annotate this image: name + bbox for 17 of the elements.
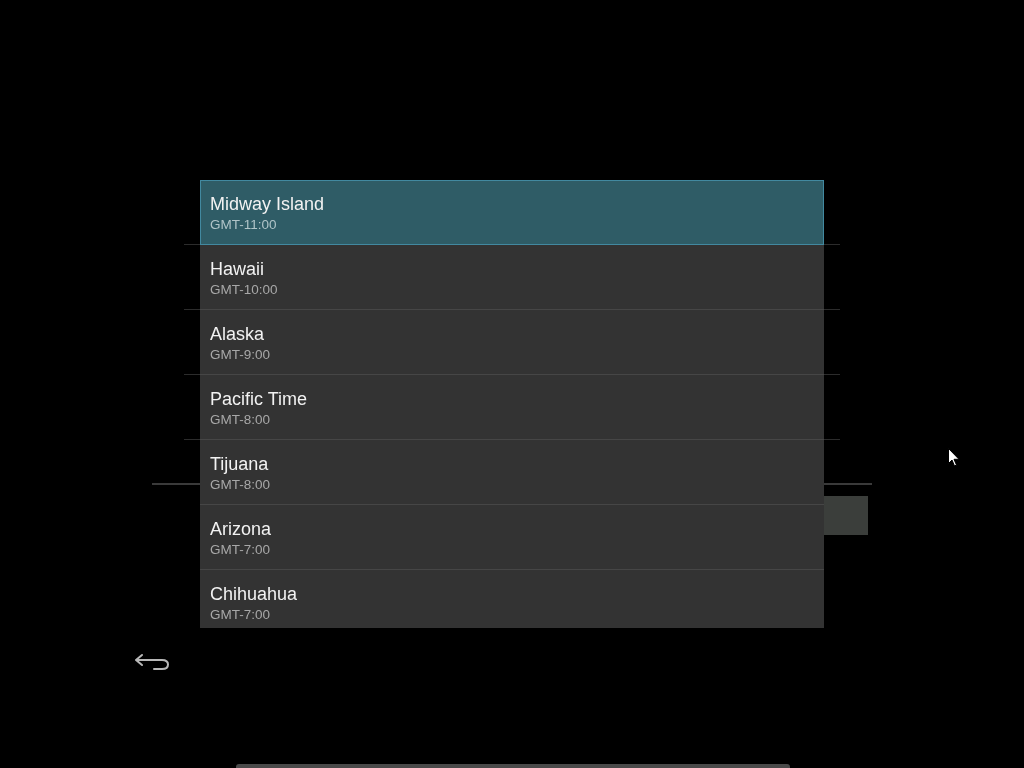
timezone-name: Alaska	[210, 324, 265, 344]
timezone-offset: GMT-8:00	[210, 412, 271, 428]
timezone-name: Arizona	[210, 519, 272, 539]
timezone-name: Tijuana	[210, 454, 269, 474]
timezone-offset: GMT-11:00	[210, 217, 277, 233]
mouse-pointer-icon	[948, 448, 960, 467]
timezone-name: Pacific Time	[210, 389, 308, 409]
timezone-offset: GMT-7:00	[210, 607, 271, 623]
timezone-offset: GMT-9:00	[210, 347, 271, 363]
timezone-offset: GMT-10:00	[210, 282, 278, 298]
back-icon[interactable]	[134, 652, 170, 672]
timezone-name: Hawaii	[210, 259, 265, 279]
timezone-name: Midway Island	[210, 194, 325, 214]
timezone-offset: GMT-8:00	[210, 477, 271, 493]
timezone-offset: GMT-7:00	[210, 542, 271, 558]
timezone-item[interactable]: Midway Island GMT-11:00	[200, 180, 824, 245]
timezone-name: Chihuahua	[210, 584, 298, 604]
